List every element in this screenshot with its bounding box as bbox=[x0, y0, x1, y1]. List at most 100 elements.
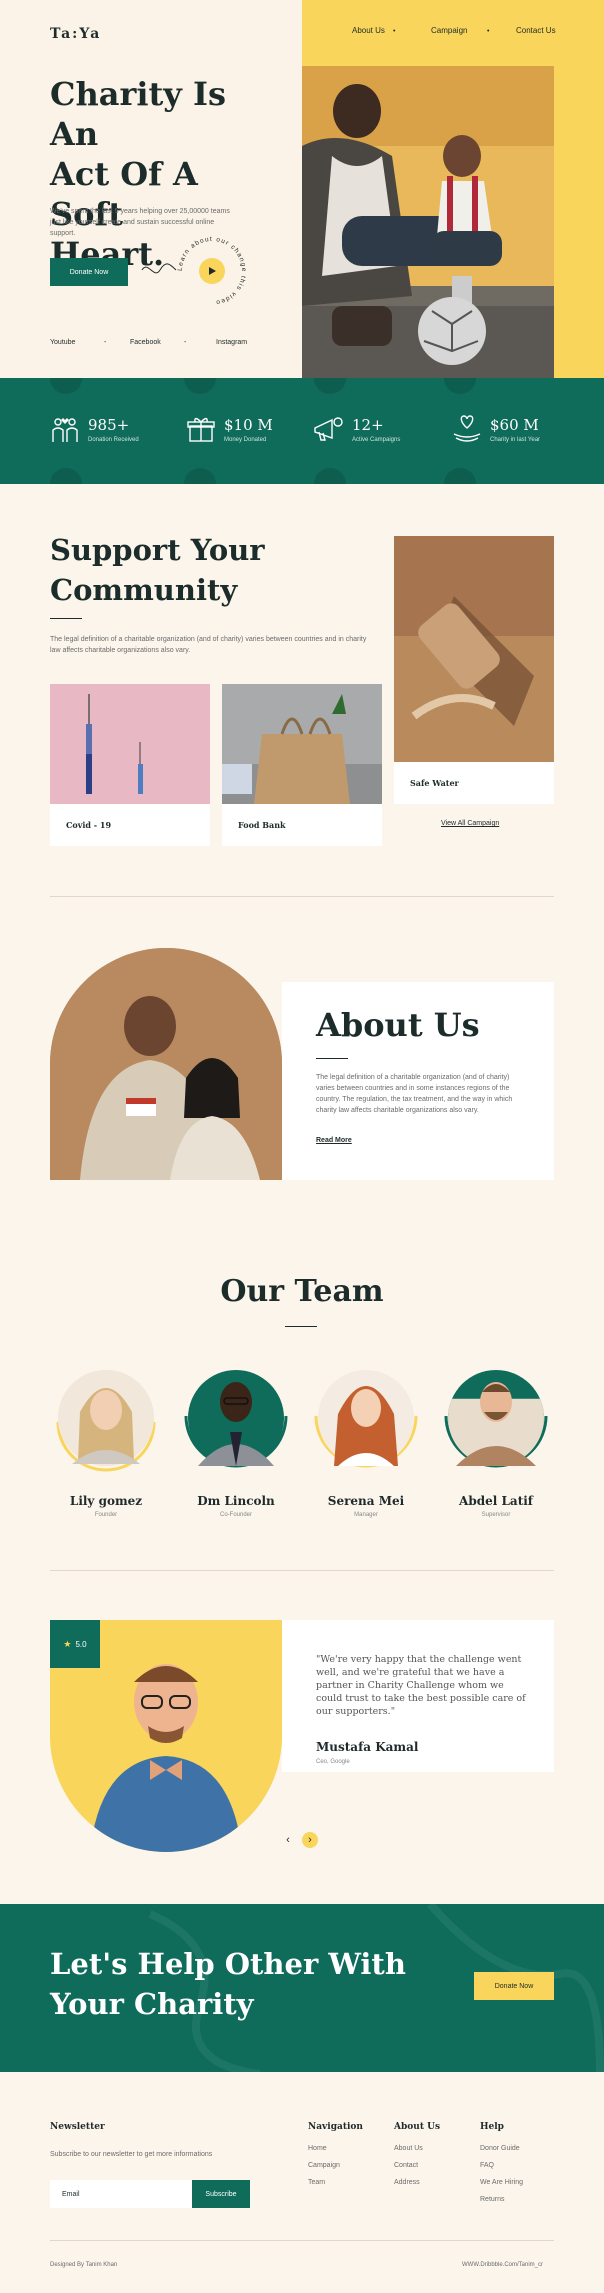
footer-column-title: Help bbox=[480, 2122, 504, 2132]
support-title-line: Community bbox=[50, 573, 238, 607]
hand-heart-icon bbox=[453, 415, 481, 442]
cta-title-line: Let's Help Other With bbox=[50, 1947, 406, 1981]
footer-link[interactable]: FAQ bbox=[480, 2157, 523, 2174]
footer-column-title: Navigation bbox=[308, 2122, 363, 2132]
next-arrow-icon[interactable]: › bbox=[302, 1832, 318, 1848]
dribbble-link[interactable]: WWW.Dribbble.Com/Tanim_cr bbox=[462, 2262, 543, 2268]
footer-link[interactable]: Home bbox=[308, 2140, 363, 2157]
team-avatar-abdel[interactable] bbox=[438, 1352, 554, 1484]
footer-link[interactable]: About Us bbox=[394, 2140, 440, 2157]
about-photo bbox=[50, 948, 282, 1180]
designer-credit: Designed By Tanim Khan bbox=[50, 2262, 118, 2268]
about-description: The legal definition of a charitable org… bbox=[316, 1074, 513, 1114]
gift-box-icon bbox=[187, 417, 215, 442]
footer-link[interactable]: We Are Hiring bbox=[480, 2174, 523, 2191]
team-avatar-serena[interactable] bbox=[308, 1352, 424, 1484]
water-bottle-photo bbox=[394, 536, 554, 762]
stat-label: Donation Received bbox=[88, 436, 139, 443]
member-name: Abdel Latif bbox=[459, 1494, 533, 1508]
charity-people-icon bbox=[52, 418, 78, 442]
syringe-photo bbox=[50, 684, 210, 804]
about-title: About Us bbox=[316, 1006, 480, 1044]
team-member-serena: Serena Mei Manager bbox=[310, 1494, 422, 1518]
footer-link[interactable]: Address bbox=[394, 2174, 440, 2191]
testimonial-role: Ceo, Google bbox=[316, 1759, 350, 1765]
card-label: Covid - 19 bbox=[66, 820, 112, 830]
nav-separator: • bbox=[487, 28, 490, 35]
cta-title: Let's Help Other With Your Charity bbox=[50, 1944, 430, 2024]
stat-charity-year: $60 M Charity in last Year bbox=[452, 414, 540, 444]
stat-value: $60 M bbox=[490, 415, 539, 434]
campaign-card-covid[interactable]: Covid - 19 bbox=[50, 684, 210, 846]
social-facebook[interactable]: Facebook bbox=[130, 339, 161, 346]
stat-donations: 985+ Donation Received bbox=[50, 414, 139, 444]
stat-label: Money Donated bbox=[224, 436, 267, 443]
nav-separator: • bbox=[393, 28, 396, 35]
member-role: Founder bbox=[94, 1512, 118, 1518]
card-label: Safe Water bbox=[410, 778, 459, 788]
member-role: Co-Founder bbox=[219, 1512, 252, 1518]
stat-value: $10 M bbox=[224, 415, 273, 434]
footer-link[interactable]: Donor Guide bbox=[480, 2140, 523, 2157]
footer-column-help: Help Donor Guide FAQ We Are Hiring Retur… bbox=[480, 2122, 523, 2208]
member-name: Lily gomez bbox=[69, 1494, 143, 1508]
campaign-card-food-bank[interactable]: Food Bank bbox=[222, 684, 382, 846]
newsletter-description: Subscribe to our newsletter to get more … bbox=[50, 2151, 213, 2158]
cta-title-line: Your Charity bbox=[50, 1987, 254, 2021]
play-video-button[interactable] bbox=[199, 258, 225, 284]
support-title: Support Your Community bbox=[50, 530, 290, 610]
rating-badge: ★ 5.0 bbox=[50, 1620, 100, 1668]
section-divider bbox=[50, 1570, 554, 1571]
nav-contact-us[interactable]: Contact Us bbox=[516, 26, 556, 35]
stat-value: 12+ bbox=[352, 415, 384, 434]
title-underline bbox=[285, 1326, 317, 1327]
logo[interactable]: Ta:Ya bbox=[50, 26, 101, 42]
section-divider bbox=[50, 896, 554, 897]
rating-value: 5.0 bbox=[75, 1639, 87, 1649]
team-member-dm-lincoln: Dm Lincoln Co-Founder bbox=[180, 1494, 292, 1518]
stat-campaigns: 12+ Active Campaigns bbox=[312, 414, 400, 444]
social-youtube[interactable]: Youtube bbox=[50, 339, 75, 346]
social-instagram[interactable]: Instagram bbox=[216, 339, 247, 346]
footer-column-title: About Us bbox=[394, 2122, 441, 2132]
prev-arrow-icon[interactable]: ‹ bbox=[280, 1832, 296, 1848]
newsletter-title: Newsletter bbox=[50, 2122, 105, 2132]
team-avatar-lily[interactable] bbox=[48, 1352, 164, 1484]
footer-column-about: About Us About Us Contact Address bbox=[394, 2122, 440, 2191]
email-placeholder: Email bbox=[62, 2190, 80, 2198]
card-label: Food Bank bbox=[238, 820, 286, 830]
stat-label: Charity in last Year bbox=[490, 436, 541, 443]
footer-divider bbox=[50, 2240, 554, 2241]
donate-now-button[interactable]: Donate Now bbox=[50, 258, 128, 286]
title-underline bbox=[316, 1058, 348, 1059]
support-description: The legal definition of a charitable org… bbox=[50, 636, 367, 654]
nav-campaign[interactable]: Campaign bbox=[431, 26, 467, 35]
member-role: Supervisor bbox=[481, 1512, 511, 1518]
hero-photo bbox=[302, 66, 554, 378]
nav-about-us[interactable]: About Us bbox=[352, 26, 385, 35]
email-field[interactable]: Email bbox=[50, 2180, 192, 2208]
title-underline bbox=[50, 618, 82, 619]
team-member-abdel: Abdel Latif Supervisor bbox=[440, 1494, 552, 1518]
footer-link[interactable]: Campaign bbox=[308, 2157, 363, 2174]
member-name: Serena Mei bbox=[327, 1494, 405, 1508]
star-icon: ★ bbox=[63, 1638, 72, 1649]
cta-donate-button[interactable]: Donate Now bbox=[474, 1972, 554, 2000]
stat-label: Active Campaigns bbox=[352, 436, 401, 443]
campaign-card-safe-water[interactable]: Safe Water bbox=[394, 536, 554, 804]
hero-title-line: Charity Is An bbox=[50, 75, 226, 153]
support-title-line: Support Your bbox=[50, 533, 265, 567]
testimonial-quote: "We're very happy that the challenge wen… bbox=[316, 1654, 526, 1717]
team-avatar-dm-lincoln[interactable] bbox=[178, 1352, 294, 1484]
stat-money: $10 M Money Donated bbox=[186, 414, 273, 444]
subscribe-button[interactable]: Subscribe bbox=[192, 2180, 250, 2208]
team-member-lily: Lily gomez Founder bbox=[50, 1494, 162, 1518]
footer-link[interactable]: Returns bbox=[480, 2191, 523, 2208]
footer-link[interactable]: Contact bbox=[394, 2157, 440, 2174]
footer-link[interactable]: Team bbox=[308, 2174, 363, 2191]
read-more-link[interactable]: Read More bbox=[316, 1137, 352, 1144]
social-separator: - bbox=[104, 339, 107, 346]
testimonial-name: Mustafa Kamal bbox=[316, 1740, 419, 1754]
view-all-campaign-link[interactable]: View All Campaign bbox=[441, 820, 499, 827]
member-role: Manager bbox=[354, 1512, 378, 1518]
